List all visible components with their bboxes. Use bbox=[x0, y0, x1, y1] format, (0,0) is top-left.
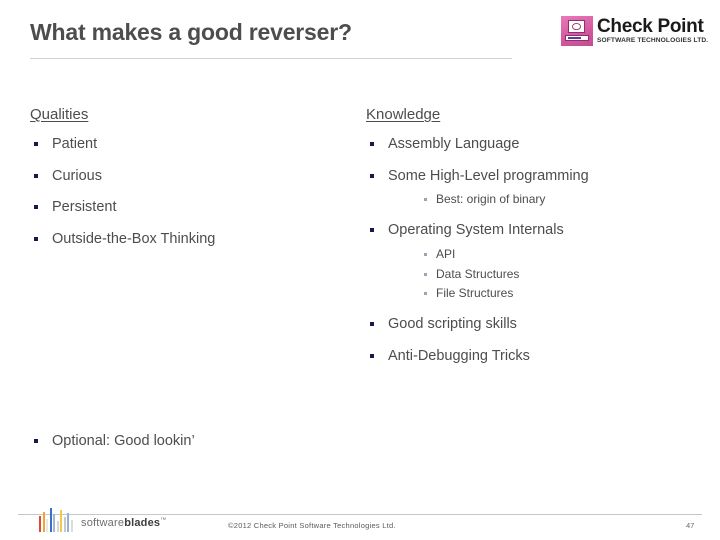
list-item-label: Some High-Level programming bbox=[388, 167, 589, 184]
blade-bar bbox=[67, 513, 69, 532]
sublist: Best: origin of binary bbox=[388, 192, 706, 207]
list-item: Some High-Level programming Best: origin… bbox=[366, 168, 706, 207]
optional-label: Optional: Good lookin’ bbox=[52, 433, 195, 449]
software-blades-logo: softwareblades™ bbox=[39, 506, 166, 532]
blade-bar bbox=[56, 521, 59, 532]
list-item-label: Persistent bbox=[52, 199, 117, 216]
bullet-icon bbox=[370, 353, 374, 358]
bullet-icon bbox=[34, 142, 38, 146]
list-item: Good scripting skills bbox=[366, 316, 706, 333]
sub-bullet-icon bbox=[424, 252, 427, 256]
sub-list-item-label: File Structures bbox=[436, 286, 514, 301]
bullet-icon bbox=[370, 173, 374, 178]
blade-bar bbox=[70, 520, 73, 532]
monitor-screen-shape bbox=[568, 20, 585, 33]
blade-bar bbox=[60, 510, 62, 532]
page-title: What makes a good reverser? bbox=[30, 19, 352, 45]
list-item: Assembly Language bbox=[366, 136, 706, 153]
qualities-list: Patient Curious Persistent Outside-the-B… bbox=[30, 136, 360, 248]
sub-list-item-label: Best: origin of binary bbox=[436, 192, 546, 207]
sub-bullet-icon bbox=[424, 292, 427, 296]
page-number: 47 bbox=[686, 521, 695, 530]
computer-monitor-icon bbox=[561, 16, 593, 46]
bullet-icon bbox=[34, 439, 38, 443]
column-qualities: Qualities Patient Curious Persistent Out… bbox=[30, 106, 360, 263]
blade-bar bbox=[63, 517, 66, 532]
optional-list-item: Optional: Good lookin’ bbox=[30, 433, 195, 449]
wordmark-light: software bbox=[81, 517, 125, 529]
column-knowledge: Knowledge Assembly Language Some High-Le… bbox=[366, 106, 706, 380]
list-item: Outside-the-Box Thinking bbox=[30, 231, 360, 248]
software-blades-wordmark: softwareblades™ bbox=[81, 517, 166, 529]
column-heading-knowledge: Knowledge bbox=[366, 106, 441, 123]
sub-bullet-icon bbox=[424, 272, 427, 276]
sub-bullet-icon bbox=[424, 198, 427, 202]
blades-bars-icon bbox=[39, 508, 74, 532]
knowledge-list: Assembly Language Some High-Level progra… bbox=[366, 136, 706, 365]
list-item-label: Curious bbox=[52, 167, 102, 184]
trademark-symbol: ™ bbox=[160, 517, 167, 524]
list-item-label: Good scripting skills bbox=[388, 316, 517, 333]
column-heading-qualities: Qualities bbox=[30, 106, 89, 123]
wordmark-bold: blades bbox=[124, 517, 161, 529]
bullet-icon bbox=[34, 237, 38, 242]
list-item: Persistent bbox=[30, 199, 360, 216]
checkpoint-logo: Check Point SOFTWARE TECHNOLOGIES LTD. bbox=[561, 16, 709, 46]
blade-bar bbox=[53, 514, 55, 532]
slide-canvas: What makes a good reverser? Check Point … bbox=[0, 0, 720, 540]
bullet-icon bbox=[370, 322, 374, 327]
bullet-icon bbox=[370, 228, 374, 233]
list-item-label: Patient bbox=[52, 136, 98, 152]
list-item-label: Operating System Internals bbox=[388, 222, 564, 239]
list-item-label: Outside-the-Box Thinking bbox=[52, 231, 216, 248]
blade-bar bbox=[46, 519, 48, 532]
bullet-icon bbox=[34, 173, 38, 178]
checkpoint-logo-text: Check Point SOFTWARE TECHNOLOGIES LTD. bbox=[597, 16, 709, 45]
sub-list-item-label: API bbox=[436, 246, 456, 261]
list-item-label: Assembly Language bbox=[388, 136, 520, 152]
sub-list-item: Data Structures bbox=[388, 266, 706, 282]
title-divider bbox=[30, 58, 512, 59]
copyright-text: ©2012 Check Point Software Technologies … bbox=[228, 521, 396, 530]
blade-bar bbox=[49, 508, 52, 532]
blade-bar bbox=[39, 516, 41, 532]
bullet-icon bbox=[370, 142, 374, 146]
bullet-icon bbox=[34, 205, 38, 210]
sub-list-item: API bbox=[388, 246, 706, 262]
brand-name: Check Point bbox=[597, 16, 704, 38]
brand-tagline: SOFTWARE TECHNOLOGIES LTD. bbox=[597, 37, 709, 45]
list-item: Anti-Debugging Tricks bbox=[366, 348, 706, 365]
sub-list-item: Best: origin of binary bbox=[388, 192, 706, 207]
blade-bar bbox=[42, 512, 45, 532]
sub-list-item: File Structures bbox=[388, 287, 706, 301]
sublist: API Data Structures File Structures bbox=[388, 246, 706, 301]
list-item-label: Anti-Debugging Tricks bbox=[388, 347, 530, 364]
monitor-base-shape bbox=[565, 35, 589, 41]
list-item: Curious bbox=[30, 168, 360, 185]
list-item: Operating System Internals API Data Stru… bbox=[366, 222, 706, 301]
sub-list-item-label: Data Structures bbox=[436, 266, 520, 281]
list-item: Patient bbox=[30, 136, 360, 153]
